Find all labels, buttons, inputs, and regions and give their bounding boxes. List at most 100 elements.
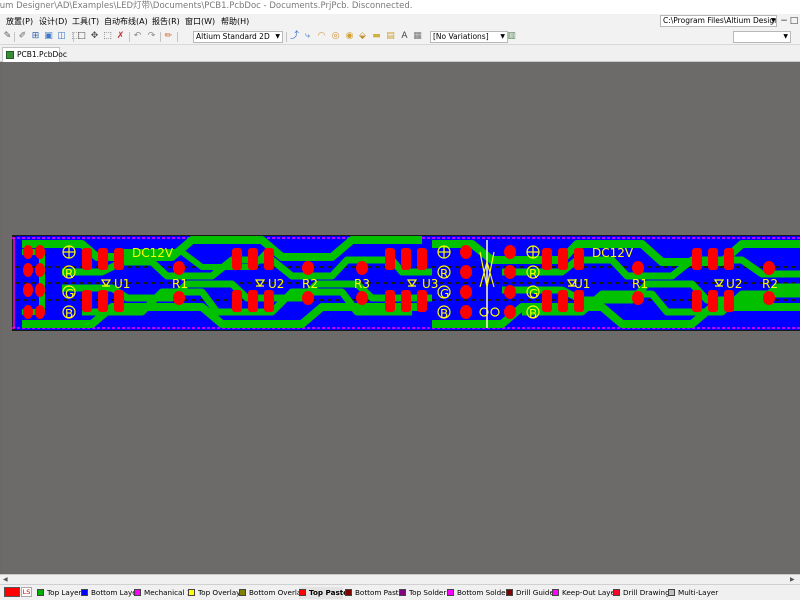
overlay-label: R1 <box>632 277 648 291</box>
workspace-path-combo[interactable]: C:\Program Files\Altium Designe <box>660 15 777 27</box>
route-diff-icon[interactable]: ⤷ <box>302 31 313 42</box>
menu-autoroute[interactable]: 自动布线(A) <box>104 15 148 28</box>
maximize-icon[interactable]: □ <box>789 14 799 28</box>
arc-icon[interactable]: ◠ <box>316 31 327 42</box>
select-area-icon[interactable]: ▣ <box>43 31 54 42</box>
fill-icon[interactable]: ▬ <box>371 31 382 42</box>
select-inside-icon[interactable]: ◫ <box>56 31 67 42</box>
layer-tab-label: Top Paste <box>309 588 349 597</box>
menu-design[interactable]: 设计(D) <box>39 15 67 28</box>
menu-tools[interactable]: 工具(T) <box>72 15 99 28</box>
interactive-route-icon[interactable]: ⊞ <box>30 31 41 42</box>
layer-color-swatch <box>188 589 195 596</box>
toolbar-separator <box>14 32 15 42</box>
overlay-label: G <box>440 287 449 301</box>
menu-help[interactable]: 帮助(H) <box>221 15 249 28</box>
overlay-label: DC12V <box>592 246 634 260</box>
deselect-icon[interactable]: ⬚ <box>102 31 113 42</box>
pcb-board-view[interactable]: DC12V R1 R2 R3 U1 U2 U3 R G B DC12V R1 R… <box>2 62 800 574</box>
scroll-right-icon[interactable]: ▶ <box>790 575 795 584</box>
toolbar-separator <box>177 32 178 42</box>
overlay-label: B <box>65 307 73 321</box>
overlay-label: U1 <box>114 277 130 291</box>
polygon-icon[interactable]: ▤ <box>385 31 396 42</box>
layer-tab-label: Top Layer <box>47 588 82 597</box>
view-mode-label: Altium Standard 2D <box>196 32 270 41</box>
overlay-label: R3 <box>354 277 370 291</box>
layer-tab-bottom-paste[interactable]: Bottom Paste <box>345 587 403 599</box>
horizontal-scrollbar[interactable]: ◀ ▶ <box>0 575 800 585</box>
minimize-icon[interactable]: − <box>779 14 789 28</box>
toolbar-separator <box>129 32 130 42</box>
layer-color-swatch <box>81 589 88 596</box>
component-icon[interactable]: ⬙ <box>357 31 368 42</box>
layer-tab-drill-guide[interactable]: Drill Guide <box>506 587 554 599</box>
layer-tab-drill-drawing[interactable]: Drill Drawing <box>613 587 670 599</box>
text-icon[interactable]: A <box>399 31 410 42</box>
layer-tab-top-layer[interactable]: Top Layer <box>37 587 82 599</box>
menu-place[interactable]: 放置(P) <box>6 15 33 28</box>
pcb-doc-icon <box>6 51 14 59</box>
layer-tab-top-paste[interactable]: Top Paste <box>299 587 348 599</box>
menu-window[interactable]: 窗口(W) <box>185 15 215 28</box>
overlay-label: R <box>440 267 448 281</box>
view-mode-select[interactable]: Altium Standard 2D ▼ <box>193 31 283 43</box>
layer-tab-label: Bottom Paste <box>355 588 404 597</box>
pcb-canvas[interactable]: DC12V R1 R2 R3 U1 U2 U3 R G B DC12V R1 R… <box>2 62 800 574</box>
route-track-icon[interactable]: ⤴ <box>289 31 300 42</box>
pad-icon[interactable]: ◎ <box>330 31 341 42</box>
right-toolbar-combo[interactable]: ▼ <box>733 31 791 43</box>
open-doc-icon[interactable]: ✎ <box>2 31 13 42</box>
pencil-icon[interactable]: ✏ <box>163 31 174 42</box>
overlay-label: R2 <box>302 277 318 291</box>
variations-select[interactable]: [No Variations] ▼ <box>430 31 508 43</box>
layer-tab-bottom-layer[interactable]: Bottom Layer <box>81 587 140 599</box>
menu-reports[interactable]: 报告(R) <box>152 15 180 28</box>
layer-tab-label: Top Solder <box>409 588 447 597</box>
tab-pcb1-pcbdoc[interactable]: PCB1.PcbDoc <box>2 47 67 62</box>
overlay-label: U1 <box>574 277 590 291</box>
route-icon[interactable]: ✐ <box>17 31 28 42</box>
layer-color-swatch <box>134 589 141 596</box>
undo-icon[interactable]: ↶ <box>132 31 143 42</box>
redo-icon[interactable]: ↷ <box>146 31 157 42</box>
toolbar: ✎ ✐ ⊞ ▣ ◫ ⬚ □ ✥ ⬚ ✗ ↶ ↷ ✏ Altium Standar… <box>0 29 800 45</box>
layer-color-swatch <box>506 589 513 596</box>
overlay-label: R2 <box>762 277 778 291</box>
layer-tab-bottom-overlay[interactable]: Bottom Overlay <box>239 587 306 599</box>
layer-tab-mechanical-1[interactable]: Mechanical 1 <box>134 587 191 599</box>
toolbar-separator <box>286 32 287 42</box>
window-title: tium Designer\AD\Examples\LED灯带\Document… <box>0 1 413 11</box>
layer-color-swatch <box>613 589 620 596</box>
layer-color-swatch <box>37 589 44 596</box>
layer-tab-multi-layer[interactable]: Multi-Layer <box>668 587 719 599</box>
current-layer-swatch[interactable] <box>4 587 20 597</box>
layer-tab-top-solder[interactable]: Top Solder <box>399 587 446 599</box>
layer-tab-label: Bottom Overlay <box>249 588 306 597</box>
layer-set-button[interactable]: LS <box>21 587 32 597</box>
layer-tab-label: Bottom Layer <box>91 588 140 597</box>
grid-icon[interactable]: ▦ <box>412 31 423 42</box>
layer-tab-keep-out-layer[interactable]: Keep-Out Layer <box>552 587 618 599</box>
overlay-label: G <box>65 287 74 301</box>
overlay-label: R1 <box>172 277 188 291</box>
move-icon[interactable]: ✥ <box>89 31 100 42</box>
layer-color-swatch <box>447 589 454 596</box>
layer-color-swatch <box>299 589 306 596</box>
layer-tab-top-overlay[interactable]: Top Overlay <box>188 587 240 599</box>
layer-tab-bottom-solder[interactable]: Bottom Solder <box>447 587 509 599</box>
overlay-label: U2 <box>268 277 284 291</box>
clear-icon[interactable]: ✗ <box>115 31 126 42</box>
window-title-bar: tium Designer\AD\Examples\LED灯带\Document… <box>0 0 800 14</box>
layer-tab-label: Top Overlay <box>198 588 241 597</box>
variant-manager-icon[interactable]: ▥ <box>506 31 517 42</box>
layer-tab-bar: ◀ ▶ LS Top Layer Bottom Layer Mechanical… <box>0 574 800 600</box>
layer-tab-label: Keep-Out Layer <box>562 588 618 597</box>
via-icon[interactable]: ◉ <box>344 31 355 42</box>
rect-select-icon[interactable]: □ <box>76 31 87 42</box>
layer-tab-label: Drill Drawing <box>623 588 670 597</box>
scroll-left-icon[interactable]: ◀ <box>3 575 8 584</box>
layer-tab-label: Multi-Layer <box>678 588 719 597</box>
chevron-down-icon[interactable]: ▼ <box>771 15 776 27</box>
overlay-label: B <box>529 307 537 321</box>
